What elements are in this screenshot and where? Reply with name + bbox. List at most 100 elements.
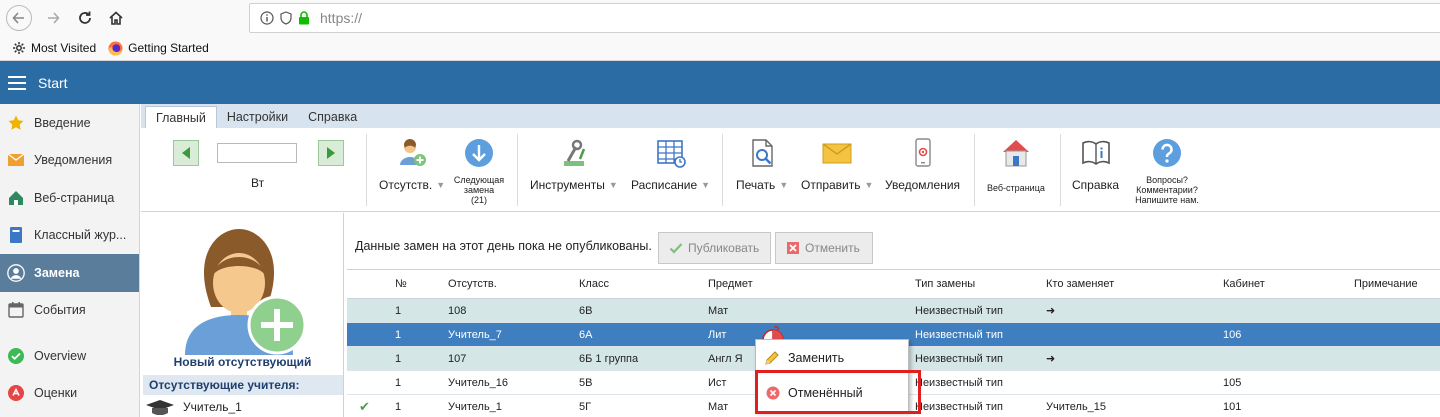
date-input[interactable] [217, 143, 297, 163]
sidebar-separator [0, 329, 139, 337]
sidebar: Введение Уведомления Веб-страница Классн… [0, 104, 140, 417]
day-label: Вт [251, 176, 265, 190]
tab-settings[interactable]: Настройки [217, 106, 298, 128]
next-substitution-button[interactable]: Следующая замена (21) [449, 137, 509, 205]
unpublished-notice: Данные замен на этот день пока не опубли… [355, 239, 652, 253]
absent-teacher-item[interactable]: Учитель_1 [145, 399, 242, 415]
help-button[interactable]: Справка [1072, 137, 1119, 192]
reload-button[interactable] [72, 5, 98, 31]
firefox-icon [108, 41, 123, 55]
teacher-avatar-icon [185, 229, 307, 355]
ribbon-tabs: Главный Настройки Справка [141, 104, 1440, 128]
table-header: № Отсутств. Класс Предмет Тип замены Кто… [347, 269, 1440, 299]
close-box-icon [787, 242, 799, 254]
sidebar-item-substitution[interactable]: Замена [0, 254, 139, 292]
url-bar[interactable]: https:// [249, 3, 1440, 33]
book-info-icon [1080, 137, 1112, 169]
tools-button[interactable]: Инструменты ▼ [530, 137, 618, 192]
next-day-button[interactable] [318, 140, 344, 166]
browser-toolbar: https:// [0, 0, 1440, 36]
dropdown-arrow-icon[interactable]: ▼ [436, 180, 445, 190]
lock-icon [299, 11, 309, 25]
col-absent[interactable]: Отсутств. [448, 270, 497, 298]
cancel-publish-button[interactable]: Отменить [775, 232, 873, 264]
row-status: ✔ [359, 398, 370, 414]
gear-icon [13, 42, 25, 54]
back-arrow-icon [12, 12, 24, 24]
shield-icon [280, 11, 292, 25]
sidebar-item-notifications[interactable]: Уведомления [0, 142, 139, 180]
home-icon [109, 11, 123, 25]
new-absent-label[interactable]: Новый отсутствующий [141, 355, 344, 369]
home-button[interactable] [103, 5, 129, 31]
absent-teachers-title: Отсутствующие учителя: [143, 375, 343, 395]
context-menu-replace[interactable]: Заменить [756, 344, 908, 372]
app-header: Start [0, 61, 1440, 104]
tools-icon [558, 137, 590, 169]
print-preview-icon [746, 137, 778, 169]
arrow-down-circle-icon [463, 137, 495, 169]
triangle-right-icon [327, 147, 335, 159]
send-button[interactable]: Отправить ▼ [801, 137, 873, 192]
forward-arrow-icon [48, 12, 60, 24]
ribbon-separator [974, 134, 975, 206]
ribbon-separator [366, 134, 367, 206]
phone-notification-icon [907, 137, 939, 169]
sidebar-item-overview[interactable]: Overview [0, 337, 139, 375]
ribbon-separator [517, 134, 518, 206]
sidebar-item-class-journal[interactable]: Классный жур... [0, 217, 139, 255]
col-note[interactable]: Примечание [1354, 270, 1418, 298]
notifications-button[interactable]: Уведомления [885, 137, 960, 192]
ribbon-separator [1060, 134, 1061, 206]
dropdown-arrow-icon[interactable]: ▼ [609, 180, 618, 190]
new-absent-avatar[interactable] [175, 225, 307, 358]
sidebar-item-intro[interactable]: Введение [0, 104, 139, 142]
absent-teacher-panel: Новый отсутствующий Отсутствующие учител… [141, 213, 344, 417]
bookmarks-bar: Most Visited Getting Started [0, 36, 1440, 61]
tab-help[interactable]: Справка [298, 106, 367, 128]
print-button[interactable]: Печать ▼ [736, 137, 788, 192]
schedule-button[interactable]: Расписание ▼ [631, 137, 710, 192]
dropdown-arrow-icon[interactable]: ▼ [779, 180, 788, 190]
notebook-icon [7, 226, 25, 244]
dropdown-arrow-icon[interactable]: ▼ [865, 180, 874, 190]
house-icon [1000, 137, 1032, 169]
table-row[interactable]: 1 108 6В Мат Неизвестный тип ➜ [347, 299, 1440, 323]
col-type[interactable]: Тип замены [915, 270, 975, 298]
pencil-icon [765, 351, 779, 365]
sidebar-item-events[interactable]: События [0, 292, 139, 330]
back-button[interactable] [6, 5, 32, 31]
checkmark-icon [669, 243, 683, 254]
bookmark-label: Most Visited [31, 41, 97, 55]
forward-button[interactable] [40, 5, 66, 31]
col-who[interactable]: Кто заменяет [1046, 270, 1114, 298]
bookmark-getting-started[interactable]: Getting Started [108, 41, 209, 56]
triangle-left-icon [182, 147, 190, 159]
feedback-button[interactable]: Вопросы? Комментарии? Напишите нам. [1131, 137, 1203, 205]
envelope-icon [821, 137, 853, 169]
sidebar-item-webpage[interactable]: Веб-страница [0, 179, 139, 217]
col-class[interactable]: Класс [579, 270, 609, 298]
home-icon [7, 189, 25, 207]
url-text: https:// [320, 10, 363, 26]
user-icon [7, 263, 25, 282]
hamburger-menu-icon[interactable] [8, 75, 26, 90]
sidebar-item-grades[interactable]: Оценки [0, 375, 139, 413]
col-num[interactable]: № [395, 270, 407, 298]
app-title: Start [38, 74, 68, 91]
tab-main[interactable]: Главный [145, 106, 217, 128]
col-subject[interactable]: Предмет [708, 270, 753, 298]
reload-icon [79, 11, 91, 24]
ribbon: Вт Отсутств. ▼ Следующая замена (21) Инст… [141, 128, 1440, 212]
star-icon [7, 114, 25, 132]
publish-button[interactable]: Публиковать [658, 232, 771, 264]
col-room[interactable]: Кабинет [1223, 270, 1265, 298]
calendar-icon [7, 301, 25, 319]
question-circle-icon [1151, 137, 1183, 169]
absent-button[interactable]: Отсутств. ▼ [379, 137, 445, 192]
dropdown-arrow-icon[interactable]: ▼ [701, 180, 710, 190]
bookmark-most-visited[interactable]: Most Visited [12, 41, 96, 55]
webpage-button[interactable]: Веб-страница [987, 137, 1045, 193]
prev-day-button[interactable] [173, 140, 199, 166]
mortarboard-icon [146, 400, 174, 415]
